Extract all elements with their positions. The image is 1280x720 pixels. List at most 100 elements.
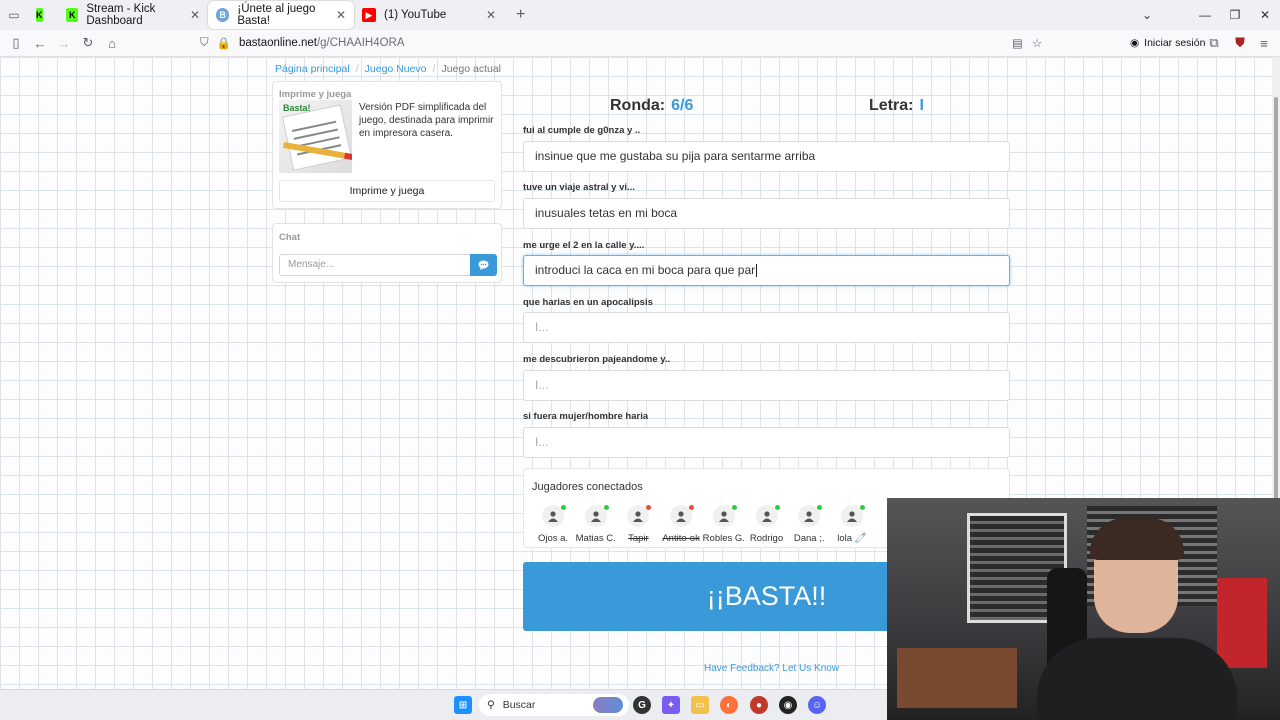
basta-icon: B	[216, 8, 230, 22]
tab-title: Stream - Kick Dashboard	[86, 3, 156, 27]
app-icon[interactable]: ●	[750, 696, 768, 714]
letter-label: Letra:	[869, 97, 914, 114]
breadcrumb-home-link[interactable]: Página principal	[275, 63, 350, 75]
chatgpt-icon[interactable]: G	[633, 696, 651, 714]
obs-icon[interactable]: ◉	[779, 696, 797, 714]
status-dot-icon	[817, 505, 823, 510]
search-highlight-image	[593, 697, 623, 713]
chat-title: Chat	[279, 232, 301, 243]
copilot-icon[interactable]: ✦	[662, 696, 680, 714]
player-name: Ojos a.	[537, 533, 569, 544]
status-dot-icon	[646, 505, 652, 510]
youtube-icon: ▶	[362, 8, 376, 22]
url-bar[interactable]: ⛉ 🔒 bastaonline.net /g/CHAAIH4ORA ▤ ☆	[200, 31, 1050, 55]
player-item: Tapir	[616, 505, 660, 544]
round-value: 6/6	[671, 97, 694, 114]
reload-icon[interactable]: ↻	[76, 31, 100, 55]
print-description: Versión PDF simplificada del juego, dest…	[359, 102, 494, 139]
tab-kick-pinned[interactable]: K	[28, 1, 58, 29]
breadcrumb-separator: /	[432, 63, 436, 75]
status-dot-icon	[561, 505, 566, 510]
bookmark-star-icon[interactable]: ☆	[1032, 36, 1042, 50]
print-and-play-button[interactable]: Imprime y juega	[279, 180, 495, 202]
player-item: Rodrigo	[745, 505, 789, 544]
url-path: /g/CHAAIH4ORA	[316, 37, 405, 49]
kick-icon: K	[36, 8, 43, 22]
tab-bar: ▭ K K Stream - Kick Dashboard ✕ B ¡Únete…	[0, 0, 1280, 30]
ublock-icon[interactable]: ⛊	[1228, 31, 1252, 55]
user-avatar-icon	[627, 505, 652, 527]
round-indicator: Ronda: 6/6	[610, 97, 693, 115]
menu-icon[interactable]: ≡	[1252, 31, 1276, 55]
taskbar-search[interactable]: ⚲ Buscar	[479, 694, 629, 716]
user-avatar-icon	[755, 505, 780, 527]
player-item: Antito-ok	[659, 505, 703, 544]
answer-input-3[interactable]: introduci la caca en mi boca para que pa…	[523, 255, 1010, 286]
player-name: Robles G.	[702, 533, 745, 544]
tab-title: ¡Únete al juego Basta!	[237, 3, 316, 27]
player-item: Robles G.	[702, 505, 746, 544]
chat-send-button[interactable]	[470, 254, 497, 276]
new-tab-icon[interactable]: +	[516, 6, 525, 24]
tab-youtube[interactable]: ▶ (1) YouTube ✕	[354, 1, 504, 29]
signin-label: Iniciar sesión	[1144, 37, 1206, 49]
letter-indicator: Letra: I	[869, 97, 924, 115]
question-label-5: me descubrieron pajeandome y..	[523, 354, 671, 365]
players-title: Jugadores conectados	[532, 481, 643, 493]
question-label-1: fui al cumple de g0nza y ..	[523, 125, 641, 136]
tab-title: (1) YouTube	[384, 9, 447, 21]
letter-value: I	[919, 97, 924, 114]
answer-input-6[interactable]: I...	[523, 427, 1010, 458]
answer-input-1[interactable]: insinue que me gustaba su pija para sent…	[523, 141, 1010, 172]
reader-view-icon[interactable]: ▤	[1012, 36, 1023, 50]
shield-icon[interactable]: ⛉	[200, 37, 209, 50]
feedback-link[interactable]: Have Feedback? Let Us Know	[704, 663, 839, 674]
breadcrumb: Página principal / Juego Nuevo / Juego a…	[275, 63, 501, 75]
close-icon[interactable]: ✕	[486, 8, 496, 22]
tab-basta[interactable]: B ¡Únete al juego Basta! ✕	[208, 1, 354, 29]
round-label: Ronda:	[610, 97, 666, 114]
user-avatar-icon	[670, 505, 695, 527]
player-item: Dana ;.	[787, 505, 831, 544]
windows-start-icon[interactable]: ⊞	[454, 696, 472, 714]
player-name: Antito-ok	[662, 533, 700, 544]
breadcrumb-separator: /	[355, 63, 359, 75]
sidebar-icon[interactable]: ▯	[4, 31, 28, 55]
home-icon[interactable]: ⌂	[100, 31, 124, 55]
account-icon: ◉	[1130, 37, 1140, 49]
close-icon[interactable]: ✕	[336, 8, 346, 22]
answer-input-2[interactable]: inusuales tetas en mi boca	[523, 198, 1010, 229]
tab-list-icon[interactable]: ▭	[0, 1, 28, 29]
firefox-icon[interactable]: ◐	[720, 696, 738, 714]
user-avatar-icon	[840, 505, 865, 527]
chat-message-input[interactable]: Mensaje...	[279, 254, 471, 276]
close-icon[interactable]: ✕	[190, 8, 200, 22]
discord-icon[interactable]: ☺	[808, 696, 826, 714]
answer-input-4[interactable]: I...	[523, 312, 1010, 343]
print-panel: Imprime y juega Basta! Versión PDF simpl…	[272, 81, 502, 209]
back-icon[interactable]: ←	[28, 31, 52, 55]
player-item: lola 🧷	[830, 505, 874, 544]
search-icon: ⚲	[487, 699, 495, 711]
tab-kick-dashboard[interactable]: K Stream - Kick Dashboard ✕	[58, 1, 208, 29]
file-explorer-icon[interactable]: ▭	[691, 696, 709, 714]
extensions-icon[interactable]: ⧉	[1202, 31, 1226, 55]
question-label-4: que harias en un apocalipsis	[523, 297, 653, 308]
webcam-person-hair	[1090, 518, 1184, 560]
answer-input-5[interactable]: I...	[523, 370, 1010, 401]
nav-bar: ▯ ← → ↻ ⌂ ⛉ 🔒 bastaonline.net /g/CHAAIH4…	[0, 30, 1280, 57]
player-item: Matias C.	[574, 505, 618, 544]
pdf-preview-image: Basta!	[279, 100, 352, 173]
question-label-2: tuve un viaje astral y vi...	[523, 182, 635, 193]
print-panel-title: Imprime y juega	[279, 89, 352, 100]
status-dot-icon	[859, 505, 865, 510]
tab-list-chevron-icon[interactable]: ⌄	[1128, 0, 1166, 30]
breadcrumb-new-game-link[interactable]: Juego Nuevo	[365, 63, 427, 75]
url-host: bastaonline.net	[238, 37, 317, 49]
signin-button[interactable]: ◉ Iniciar sesión	[1130, 32, 1205, 54]
status-dot-icon	[731, 505, 737, 510]
breadcrumb-current: Juego actual	[441, 63, 501, 75]
window-close-icon[interactable]: ✕	[1246, 0, 1280, 30]
lock-icon[interactable]: 🔒	[217, 36, 231, 50]
forward-icon[interactable]: →	[52, 31, 76, 55]
